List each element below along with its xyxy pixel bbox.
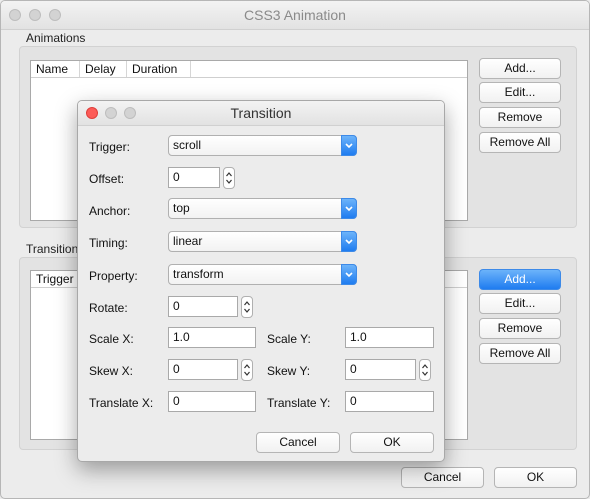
column-header-name[interactable]: Name — [31, 61, 80, 77]
anchor-select-value: top — [173, 201, 190, 215]
rotate-label: Rotate: — [89, 301, 128, 315]
translate-x-label: Translate X: — [89, 396, 154, 410]
stepper-icon — [422, 364, 428, 376]
skew-x-field[interactable]: 0 — [168, 359, 238, 380]
zoom-icon[interactable] — [49, 9, 61, 21]
timing-select[interactable]: linear — [168, 231, 357, 252]
property-select[interactable]: transform — [168, 264, 357, 285]
property-label: Property: — [89, 269, 138, 283]
dialog-cancel-button[interactable]: Cancel — [256, 432, 340, 453]
scale-x-field[interactable]: 1.0 — [168, 327, 256, 348]
chevron-down-icon — [341, 264, 357, 285]
skew-x-stepper[interactable] — [241, 359, 253, 381]
chevron-down-icon — [341, 231, 357, 252]
trigger-label: Trigger: — [89, 140, 130, 154]
timing-select-value: linear — [173, 234, 203, 248]
rotate-field[interactable]: 0 — [168, 296, 238, 317]
trigger-select[interactable]: scroll — [168, 135, 357, 156]
main-ok-button[interactable]: OK — [494, 467, 577, 488]
translate-y-label: Translate Y: — [267, 396, 331, 410]
stepper-icon — [244, 364, 250, 376]
window-title: CSS3 Animation — [244, 7, 346, 23]
scale-y-field[interactable]: 1.0 — [345, 327, 434, 348]
column-header-delay[interactable]: Delay — [80, 61, 127, 77]
animation-edit-button[interactable]: Edit... — [479, 82, 561, 103]
animation-add-button[interactable]: Add... — [479, 58, 561, 79]
animations-table-header: Name Delay Duration — [31, 61, 467, 78]
animations-label: Animations — [26, 31, 86, 45]
rotate-stepper[interactable] — [241, 296, 253, 318]
skew-y-field[interactable]: 0 — [345, 359, 416, 380]
stepper-icon — [244, 301, 250, 313]
skew-y-stepper[interactable] — [419, 359, 431, 381]
scale-y-label: Scale Y: — [267, 332, 311, 346]
animation-remove-all-button[interactable]: Remove All — [479, 132, 561, 153]
column-header-duration[interactable]: Duration — [127, 61, 191, 77]
dialog-titlebar: Transition — [78, 101, 444, 126]
column-header-trigger[interactable]: Trigger — [31, 271, 80, 287]
close-icon[interactable] — [9, 9, 21, 21]
skew-y-label: Skew Y: — [267, 364, 311, 378]
transition-add-button[interactable]: Add... — [479, 269, 561, 290]
chevron-down-icon — [341, 135, 357, 156]
skew-x-label: Skew X: — [89, 364, 134, 378]
minimize-icon[interactable] — [29, 9, 41, 21]
anchor-select[interactable]: top — [168, 198, 357, 219]
transition-dialog: Transition Trigger: scroll Offset: 0 Anc… — [77, 100, 445, 462]
anchor-label: Anchor: — [89, 204, 131, 218]
offset-stepper[interactable] — [223, 167, 235, 189]
translate-y-field[interactable]: 0 — [345, 391, 434, 412]
property-select-value: transform — [173, 267, 224, 281]
scale-x-label: Scale X: — [89, 332, 134, 346]
chevron-down-icon — [341, 198, 357, 219]
transition-edit-button[interactable]: Edit... — [479, 293, 561, 314]
offset-label: Offset: — [89, 172, 125, 186]
trigger-select-value: scroll — [173, 138, 202, 152]
translate-x-field[interactable]: 0 — [168, 391, 256, 412]
transitions-label: Transitions — [26, 242, 85, 256]
close-icon[interactable] — [86, 107, 98, 119]
dialog-ok-button[interactable]: OK — [350, 432, 434, 453]
transition-remove-all-button[interactable]: Remove All — [479, 343, 561, 364]
dialog-title: Transition — [230, 105, 292, 121]
main-titlebar: CSS3 Animation — [1, 1, 589, 30]
transition-remove-button[interactable]: Remove — [479, 318, 561, 339]
animation-remove-button[interactable]: Remove — [479, 107, 561, 128]
offset-field[interactable]: 0 — [168, 167, 220, 188]
timing-label: Timing: — [89, 236, 128, 250]
main-cancel-button[interactable]: Cancel — [401, 467, 484, 488]
stepper-icon — [226, 172, 232, 184]
zoom-icon[interactable] — [124, 107, 136, 119]
minimize-icon[interactable] — [105, 107, 117, 119]
